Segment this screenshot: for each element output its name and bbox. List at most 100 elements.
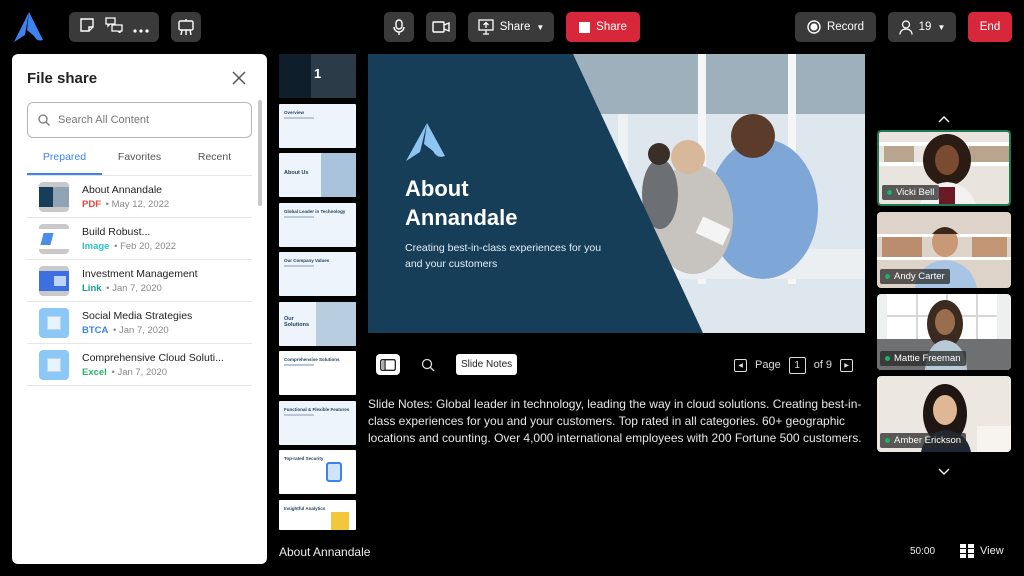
scroll-up-button[interactable] bbox=[937, 109, 951, 123]
stop-sharing-button[interactable]: Share bbox=[566, 12, 640, 42]
chevron-up-icon bbox=[938, 116, 950, 123]
more-icon[interactable] bbox=[133, 18, 149, 37]
close-panel-button[interactable] bbox=[232, 70, 248, 86]
slide-thumbnail[interactable]: Functional & Flexible Features bbox=[279, 400, 356, 445]
slide-thumbnail[interactable]: Global Leader in Technology bbox=[279, 202, 356, 247]
participant-video-tile[interactable]: Amber Erickson bbox=[877, 376, 1011, 452]
page-navigator: ◀ Page 1 of 9 ▶ bbox=[734, 355, 854, 375]
slide-thumbnail-title: Our Solutions bbox=[284, 315, 310, 328]
participants-count: 19 bbox=[918, 21, 932, 33]
slide-thumbnail[interactable]: Top-rated Security bbox=[279, 450, 356, 494]
sticky-note-icon[interactable] bbox=[79, 17, 95, 37]
chat-icon[interactable] bbox=[105, 17, 123, 37]
file-type: Link bbox=[82, 282, 102, 294]
participant-name-tag: Andy Carter bbox=[880, 269, 950, 284]
record-button[interactable]: Record bbox=[795, 12, 876, 42]
slide-thumbnail-title: Comprehensive Solutions bbox=[284, 357, 340, 362]
search-icon bbox=[421, 358, 435, 372]
file-thumbnail bbox=[39, 265, 69, 296]
file-share-panel: File share Search All Content Prepared F… bbox=[12, 54, 267, 564]
share-menu-button[interactable]: Share ▼ bbox=[468, 12, 554, 42]
participants-button[interactable]: 19 ▼ bbox=[888, 12, 956, 42]
end-meeting-button[interactable]: End bbox=[968, 12, 1012, 42]
file-type: PDF bbox=[82, 198, 101, 210]
file-type: Excel bbox=[82, 366, 107, 378]
slide-logo-icon bbox=[406, 123, 445, 161]
next-page-button[interactable]: ▶ bbox=[840, 358, 854, 372]
participant-name: Andy Carter bbox=[894, 271, 945, 282]
stop-sharing-label: Share bbox=[596, 21, 627, 33]
slide-thumbnail[interactable]: About Us bbox=[279, 153, 356, 197]
participant-name: Amber Erickson bbox=[894, 435, 962, 446]
participant-video-tile[interactable]: Mattie Freeman bbox=[877, 294, 1011, 370]
file-name: Comprehensive Cloud Soluti... bbox=[82, 351, 224, 364]
share-menu-label: Share bbox=[499, 21, 531, 33]
slide-title-line: Annandale bbox=[405, 205, 518, 230]
stop-square-icon bbox=[579, 21, 591, 33]
file-date: Jan 7, 2020 bbox=[117, 366, 168, 378]
microphone-button[interactable] bbox=[384, 12, 414, 42]
tools-group bbox=[69, 12, 159, 42]
page-total: of 9 bbox=[813, 359, 833, 371]
file-date: Jan 7, 2020 bbox=[112, 282, 162, 294]
slide-thumbnail-title: Functional & Flexible Features bbox=[284, 406, 350, 412]
file-item[interactable]: Investment Management Link • Jan 7, 2020 bbox=[27, 260, 252, 302]
sidebar-panel-icon bbox=[380, 358, 396, 371]
view-button[interactable]: View bbox=[960, 544, 1004, 558]
slide-thumbnail[interactable]: 1 bbox=[279, 54, 356, 98]
slide-notes-button[interactable]: Slide Notes bbox=[456, 354, 518, 375]
file-name: Build Robust... bbox=[82, 225, 151, 238]
tab-prepared[interactable]: Prepared bbox=[27, 150, 102, 175]
file-item[interactable]: Comprehensive Cloud Soluti... Excel • Ja… bbox=[27, 344, 252, 386]
file-date: Jan 7, 2020 bbox=[119, 324, 169, 336]
slide-thumbnail[interactable]: Comprehensive Solutions bbox=[279, 351, 356, 395]
microphone-icon bbox=[393, 19, 405, 35]
file-item[interactable]: Build Robust... Image • Feb 20, 2022 bbox=[27, 218, 252, 260]
caret-right-icon: ▶ bbox=[844, 362, 849, 369]
slide-thumbnail-title: About Us bbox=[284, 170, 309, 176]
caret-left-icon: ◀ bbox=[738, 362, 743, 369]
page-number-input[interactable]: 1 bbox=[788, 356, 806, 374]
slide-thumbnail-title: Insightful Analytics bbox=[284, 505, 326, 511]
grid-view-icon bbox=[960, 544, 974, 558]
toggle-thumbnails-button[interactable] bbox=[376, 354, 400, 375]
close-icon bbox=[232, 71, 246, 85]
participant-name-tag: Vicki Bell bbox=[882, 185, 940, 200]
tab-recent[interactable]: Recent bbox=[177, 150, 252, 175]
file-thumbnail bbox=[39, 181, 69, 212]
slide-notes-text: Slide Notes: Global leader in technology… bbox=[368, 397, 862, 445]
panel-scrollbar[interactable] bbox=[258, 100, 262, 206]
camera-button[interactable] bbox=[426, 12, 456, 42]
participant-name-tag: Amber Erickson bbox=[880, 433, 967, 448]
slide-thumbnail[interactable]: Insightful Analytics bbox=[279, 499, 356, 530]
slide-thumbnail-title: Top-rated Security bbox=[284, 456, 324, 461]
search-input[interactable]: Search All Content bbox=[27, 102, 252, 138]
slide-thumbnail[interactable]: Overview bbox=[279, 103, 356, 148]
participant-video-tile[interactable]: Vicki Bell bbox=[877, 130, 1011, 206]
logo-icon bbox=[14, 12, 43, 42]
file-tabs: Prepared Favorites Recent bbox=[27, 150, 252, 176]
slide-title-line: About bbox=[405, 176, 469, 201]
file-name: About Annandale bbox=[82, 183, 162, 196]
previous-page-button[interactable]: ◀ bbox=[734, 358, 747, 372]
whiteboard-button[interactable] bbox=[171, 12, 201, 42]
screen-share-icon bbox=[478, 19, 494, 35]
scroll-down-button[interactable] bbox=[937, 462, 951, 475]
search-icon bbox=[38, 114, 50, 126]
active-status-icon bbox=[885, 438, 890, 443]
slide-thumbnail[interactable]: Our Company Values bbox=[279, 252, 356, 296]
search-placeholder: Search All Content bbox=[58, 114, 150, 126]
file-item[interactable]: Social Media Strategies BTCA • Jan 7, 20… bbox=[27, 302, 252, 344]
main-slide: About Annandale Creating best-in-class e… bbox=[368, 54, 865, 333]
file-list: About Annandale PDF • May 12, 2022 Build… bbox=[27, 176, 252, 386]
meeting-timer: 50:00 bbox=[910, 546, 936, 557]
participant-video-tile[interactable]: Andy Carter bbox=[877, 212, 1011, 288]
file-item[interactable]: About Annandale PDF • May 12, 2022 bbox=[27, 176, 252, 218]
end-label: End bbox=[979, 21, 1001, 33]
active-status-icon bbox=[885, 274, 890, 279]
slide-thumbnail[interactable]: Our Solutions bbox=[279, 301, 356, 346]
tab-favorites[interactable]: Favorites bbox=[102, 150, 177, 175]
slide-search-button[interactable] bbox=[421, 357, 437, 373]
slide-thumbnail-strip: 1 Overview About Us Global Leader in Tec… bbox=[279, 54, 356, 535]
slide-thumbnail-title: Global Leader in Technology bbox=[284, 208, 346, 214]
